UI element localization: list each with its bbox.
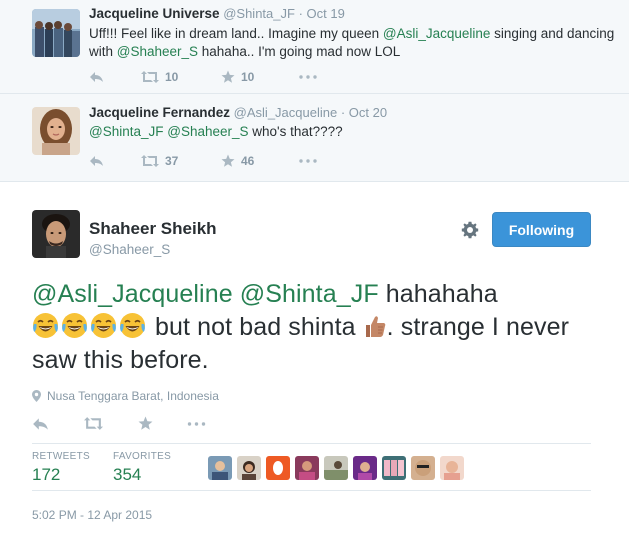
separator: · (340, 105, 346, 120)
tweet-date[interactable]: Oct 19 (307, 6, 345, 21)
avatar[interactable] (353, 456, 377, 480)
mention-link[interactable]: @Asli_Jacqueline (32, 280, 233, 308)
handle[interactable]: @Shaheer_S (89, 242, 170, 257)
tweet-stats: RETWEETS 172 FAVORITES 354 (32, 451, 207, 485)
mention-link[interactable]: @Shinta_JF (240, 280, 379, 308)
separator: · (298, 6, 303, 21)
avatar[interactable] (266, 456, 290, 480)
tweet-text: @Shinta_JF @Shaheer_S who's that???? (89, 123, 619, 141)
thumbs-up-emoji (365, 316, 386, 337)
following-button[interactable]: Following (492, 212, 591, 247)
retweet-icon (84, 417, 103, 430)
avatar[interactable] (295, 456, 319, 480)
favoriters-avatars (208, 456, 469, 480)
text-segment: hahaha.. I'm going mad now LOL (198, 44, 401, 59)
more-icon (299, 75, 317, 79)
reply-icon (33, 417, 48, 430)
gear-icon[interactable] (461, 221, 479, 239)
star-icon (221, 154, 235, 167)
tweet-header: Jacqueline Fernandez @Asli_Jacqueline · … (89, 105, 387, 120)
mention-link[interactable]: @Shaheer_S (117, 44, 198, 59)
avatar[interactable] (32, 9, 80, 57)
fullname[interactable]: Shaheer Sheikh (89, 219, 217, 239)
text-segment: hahahaha (378, 280, 498, 308)
reply-button[interactable] (32, 417, 84, 431)
face-with-tears-of-joy-emoji (91, 313, 116, 338)
retweet-icon (141, 155, 159, 167)
avatar[interactable] (237, 456, 261, 480)
retweets-label: RETWEETS (32, 451, 90, 462)
tweet-text: Uff!!! Feel like in dream land.. Imagine… (89, 25, 619, 61)
text-segment: Uff!!! Feel like in dream land.. Imagine… (89, 26, 383, 41)
tweet-timestamp[interactable]: 5:02 PM - 12 Apr 2015 (32, 508, 152, 522)
avatar[interactable] (440, 456, 464, 480)
location-text: Nusa Tenggara Barat, Indonesia (47, 389, 219, 403)
avatar[interactable] (32, 210, 80, 258)
handle[interactable]: @Asli_Jacqueline (234, 105, 338, 120)
favorites-stat[interactable]: FAVORITES 354 (113, 451, 207, 485)
retweets-count: 172 (32, 465, 61, 484)
tweet-actions: 10 10 (89, 70, 317, 84)
main-tweet: Shaheer Sheikh @Shaheer_S Following @Asl… (0, 182, 629, 550)
reply-tweet[interactable]: Jacqueline Fernandez @Asli_Jacqueline · … (0, 94, 629, 182)
star-icon (138, 416, 153, 430)
avatar[interactable] (382, 456, 406, 480)
avatar[interactable] (411, 456, 435, 480)
reply-tweet[interactable]: Jacqueline Universe @Shinta_JF · Oct 19 … (0, 0, 629, 94)
favorite-button[interactable]: 46 (221, 154, 299, 168)
divider (32, 490, 591, 491)
fullname[interactable]: Jacqueline Universe (89, 6, 220, 21)
mention-link[interactable]: @Shinta_JF (89, 124, 164, 139)
tweet-actions: 37 46 (89, 154, 317, 168)
favorite-button[interactable] (138, 416, 187, 431)
divider (32, 443, 591, 444)
handle[interactable]: @Shinta_JF (223, 6, 295, 21)
retweet-button[interactable] (84, 417, 138, 430)
more-icon (299, 159, 317, 163)
favorite-count: 10 (241, 70, 255, 84)
tweet-header: Jacqueline Universe @Shinta_JF · Oct 19 (89, 6, 345, 21)
retweet-button[interactable]: 37 (141, 154, 221, 168)
location-pin-icon (32, 390, 41, 402)
favorites-count: 354 (113, 465, 142, 484)
avatar[interactable] (324, 456, 348, 480)
star-icon (221, 70, 235, 83)
mention-link[interactable]: @Asli_Jacqueline (383, 26, 491, 41)
more-icon (187, 421, 206, 426)
more-button[interactable] (187, 421, 206, 426)
fullname[interactable]: Jacqueline Fernandez (89, 105, 230, 120)
retweet-icon (141, 71, 159, 83)
favorite-button[interactable]: 10 (221, 70, 299, 84)
face-with-tears-of-joy-emoji (62, 313, 87, 338)
face-with-tears-of-joy-emoji (33, 313, 58, 338)
mention-link[interactable]: @Shaheer_S (167, 124, 248, 139)
tweet-date[interactable]: Oct 20 (349, 105, 387, 120)
avatar[interactable] (32, 107, 80, 155)
more-button[interactable] (299, 75, 317, 79)
favorites-label: FAVORITES (113, 451, 172, 462)
tweet-location[interactable]: Nusa Tenggara Barat, Indonesia (32, 389, 219, 403)
face-with-tears-of-joy-emoji (120, 313, 145, 338)
reply-icon (90, 72, 103, 82)
retweets-stat[interactable]: RETWEETS 172 (32, 451, 113, 485)
favorite-count: 46 (241, 154, 255, 168)
reply-button[interactable] (89, 71, 141, 83)
tweet-text: @Asli_Jacqueline @Shinta_JF hahahaha but… (32, 278, 602, 377)
tweet-actions (32, 416, 206, 431)
retweet-button[interactable]: 10 (141, 70, 221, 84)
reply-button[interactable] (89, 155, 141, 167)
retweet-count: 10 (165, 70, 179, 84)
retweet-count: 37 (165, 154, 179, 168)
more-button[interactable] (299, 159, 317, 163)
text-segment: but not bad shinta (155, 313, 363, 341)
text-segment: who's that???? (248, 124, 343, 139)
avatar[interactable] (208, 456, 232, 480)
reply-icon (90, 156, 103, 166)
